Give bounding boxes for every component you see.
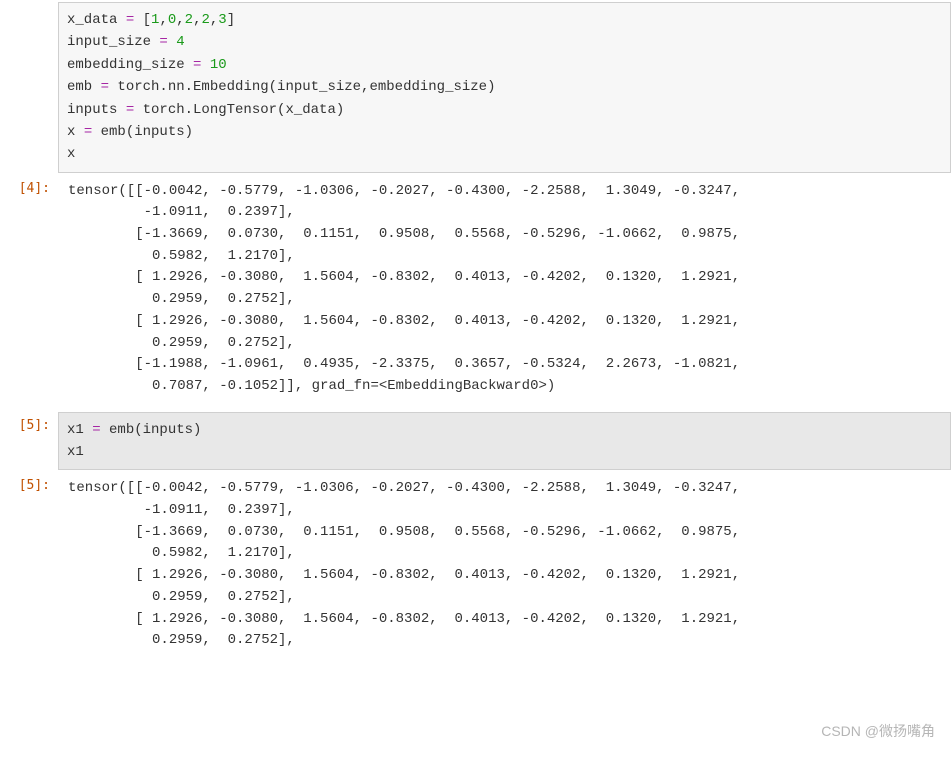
output-cell-2: [5]: tensor([[-0.0042, -0.5779, -1.0306,… [0, 472, 951, 658]
input-prompt-2: [5]: [0, 412, 58, 433]
output-cell-1: [4]: tensor([[-0.0042, -0.5779, -1.0306,… [0, 175, 951, 404]
code-cell-2: [5]: x1 = emb(inputs) x1 [0, 412, 951, 471]
code-cell-1: x_data = [1,0,2,2,3] input_size = 4 embe… [0, 2, 951, 173]
output-text-1: tensor([[-0.0042, -0.5779, -1.0306, -0.2… [58, 175, 951, 404]
input-prompt-1 [0, 2, 58, 8]
output-prompt-1: [4]: [0, 175, 58, 196]
output-prompt-2: [5]: [0, 472, 58, 493]
watermark-text: CSDN @微扬嘴角 [821, 721, 935, 741]
code-area-2[interactable]: x1 = emb(inputs) x1 [58, 412, 951, 471]
output-text-2: tensor([[-0.0042, -0.5779, -1.0306, -0.2… [58, 472, 951, 658]
code-area-1[interactable]: x_data = [1,0,2,2,3] input_size = 4 embe… [58, 2, 951, 173]
